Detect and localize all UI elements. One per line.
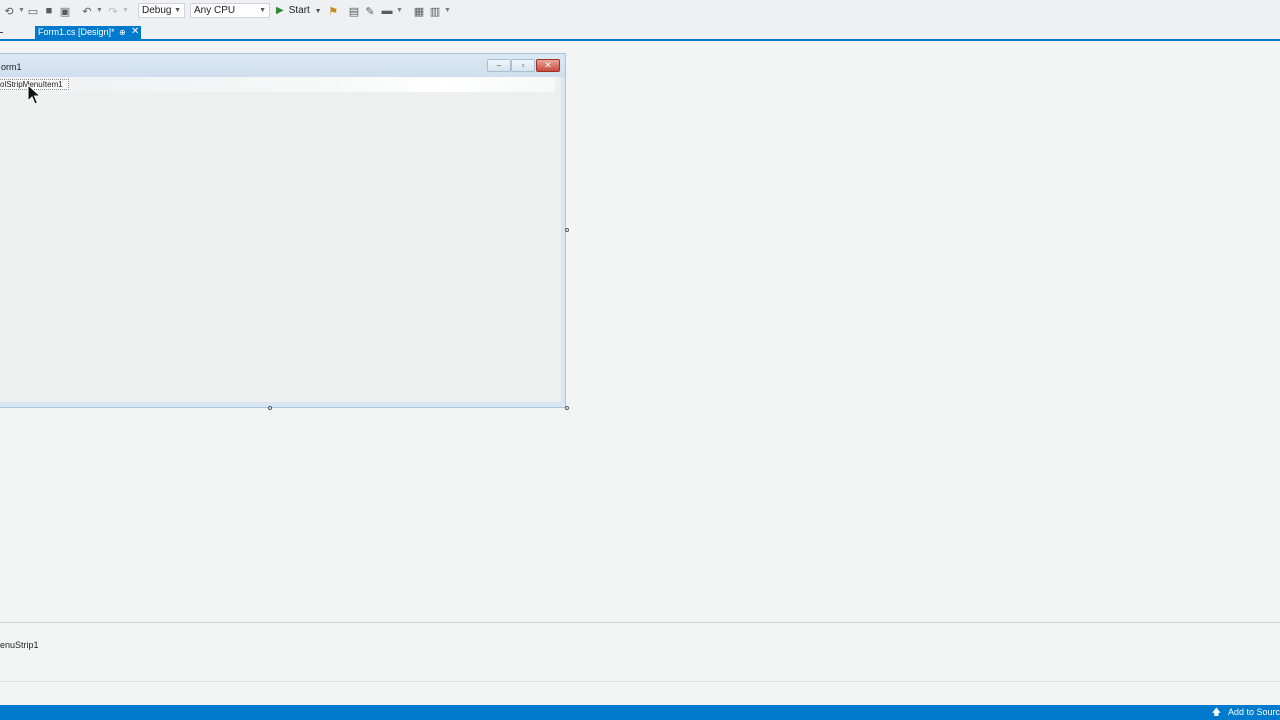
play-icon: ▶ xyxy=(276,5,284,16)
chevron-down-icon: ▼ xyxy=(259,7,266,14)
chevron-down-icon: ▼ xyxy=(174,7,181,14)
align-icon[interactable]: ▬ xyxy=(380,4,394,18)
component-tray: enuStrip1 xyxy=(0,623,1280,681)
align-dropdown-icon[interactable]: ▼ xyxy=(396,7,403,14)
redo-dropdown-icon: ▼ xyxy=(122,7,129,14)
tab-row-marker xyxy=(0,32,3,33)
form1-window[interactable]: orm1 – ▫ ✕ olStripMenuItem1 xyxy=(0,53,566,408)
platform-value: Any CPU xyxy=(194,5,236,16)
menu-strip[interactable]: olStripMenuItem1 xyxy=(0,77,555,92)
tray-item-menustrip1[interactable]: enuStrip1 xyxy=(0,640,39,650)
navigate-dropdown-icon[interactable]: ▼ xyxy=(18,7,25,14)
open-file-icon[interactable]: ▭ xyxy=(26,4,40,18)
redo-icon: ↷ xyxy=(108,5,118,18)
save-all-icon[interactable]: ▣ xyxy=(58,4,72,18)
browser-link-icon[interactable]: ⚑ xyxy=(326,4,340,18)
resize-handle-bottom-right[interactable] xyxy=(565,406,569,410)
pin-icon[interactable]: ⊕ xyxy=(119,26,126,39)
add-to-source-control-label: Add to Sourc xyxy=(1227,707,1280,717)
tray-bottom-border xyxy=(0,681,1280,682)
form-title: orm1 xyxy=(1,62,22,72)
maximize-icon: ▫ xyxy=(511,59,535,72)
status-bar: 🡅 Add to Sourc xyxy=(0,705,1280,720)
form-client-area[interactable]: olStripMenuItem1 xyxy=(0,77,561,402)
solution-platform-dropdown[interactable]: Any CPU ▼ xyxy=(190,3,270,18)
chevron-down-icon[interactable]: ▼ xyxy=(315,8,322,15)
start-label: Start xyxy=(288,5,310,16)
close-icon[interactable]: ✕ xyxy=(131,25,139,38)
send-to-back-icon[interactable]: ▥ xyxy=(428,4,442,18)
wrench-icon[interactable]: ✎ xyxy=(363,4,377,18)
add-to-source-control-button[interactable]: 🡅 Add to Sourc xyxy=(1212,705,1280,720)
close-icon: ✕ xyxy=(536,59,560,72)
undo-dropdown-icon[interactable]: ▼ xyxy=(96,7,103,14)
document-tab-row: Form1.cs [Design]* ⊕ ✕ xyxy=(0,23,1280,41)
resize-handle-bottom[interactable] xyxy=(268,406,272,410)
tab-form1-design[interactable]: Form1.cs [Design]* ⊕ ✕ xyxy=(35,26,141,39)
tab-order-icon[interactable]: ▦ xyxy=(412,4,426,18)
resize-handle-right[interactable] xyxy=(565,228,569,232)
form-title-bar[interactable]: orm1 – ▫ ✕ xyxy=(0,54,565,77)
undo-icon[interactable]: ↶ xyxy=(80,4,94,18)
design-surface[interactable]: orm1 – ▫ ✕ olStripMenuItem1 xyxy=(0,41,1280,622)
mouse-cursor-icon xyxy=(27,84,41,105)
solution-configuration-dropdown[interactable]: Debug ▼ xyxy=(138,3,185,18)
navigate-icon[interactable]: ⟲ xyxy=(2,4,16,18)
layout-icon[interactable]: ▤ xyxy=(347,4,361,18)
arrow-up-icon: 🡅 xyxy=(1211,707,1221,717)
save-icon[interactable]: ■ xyxy=(42,4,56,18)
minimize-icon: – xyxy=(487,59,511,72)
start-button[interactable]: ▶ Start ▼ xyxy=(276,4,322,18)
tab-title: Form1.cs [Design]* xyxy=(38,27,115,37)
configuration-value: Debug xyxy=(142,5,172,16)
toolbar-overflow-icon[interactable]: ▼ xyxy=(444,7,451,14)
main-toolbar: ⟲ ▼ ▭ ■ ▣ ↶ ▼ ↷ ▼ Debug ▼ Any CPU ▼ ▶ Sta… xyxy=(0,0,1280,23)
